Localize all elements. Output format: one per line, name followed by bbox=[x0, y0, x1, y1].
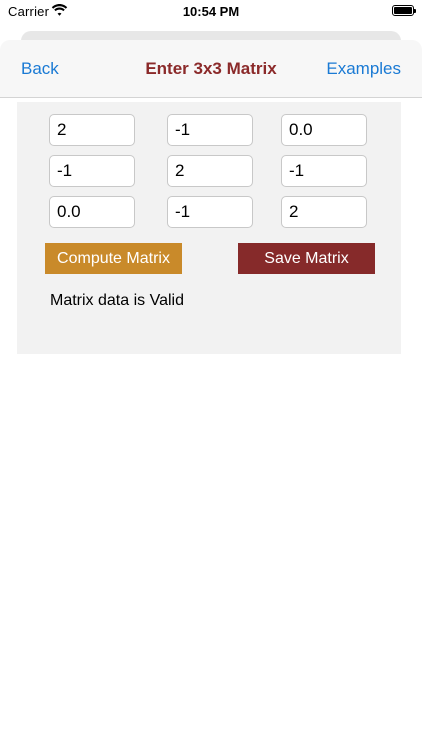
matrix-cell-r1c2[interactable] bbox=[167, 114, 253, 146]
status-bar: Carrier 10:54 PM bbox=[0, 0, 422, 24]
matrix-cell-r3c2[interactable] bbox=[167, 196, 253, 228]
matrix-panel: Compute Matrix Save Matrix Matrix data i… bbox=[17, 102, 401, 354]
matrix-cell-r2c3[interactable] bbox=[281, 155, 367, 187]
modal-sheet: Back Enter 3x3 Matrix Examples Compute M… bbox=[0, 40, 422, 750]
battery-icon bbox=[392, 5, 416, 16]
matrix-cell-r1c3[interactable] bbox=[281, 114, 367, 146]
clock: 10:54 PM bbox=[182, 4, 240, 19]
navigation-bar: Back Enter 3x3 Matrix Examples bbox=[0, 40, 422, 98]
validation-message: Matrix data is Valid bbox=[50, 292, 184, 309]
compute-matrix-button[interactable]: Compute Matrix bbox=[45, 243, 182, 274]
battery-fill bbox=[394, 7, 412, 14]
matrix-cell-r1c1[interactable] bbox=[49, 114, 135, 146]
matrix-cell-r3c3[interactable] bbox=[281, 196, 367, 228]
save-matrix-button[interactable]: Save Matrix bbox=[238, 243, 375, 274]
examples-button[interactable]: Examples bbox=[326, 59, 401, 79]
matrix-cell-r2c2[interactable] bbox=[167, 155, 253, 187]
matrix-cell-r3c1[interactable] bbox=[49, 196, 135, 228]
matrix-cell-r2c1[interactable] bbox=[49, 155, 135, 187]
